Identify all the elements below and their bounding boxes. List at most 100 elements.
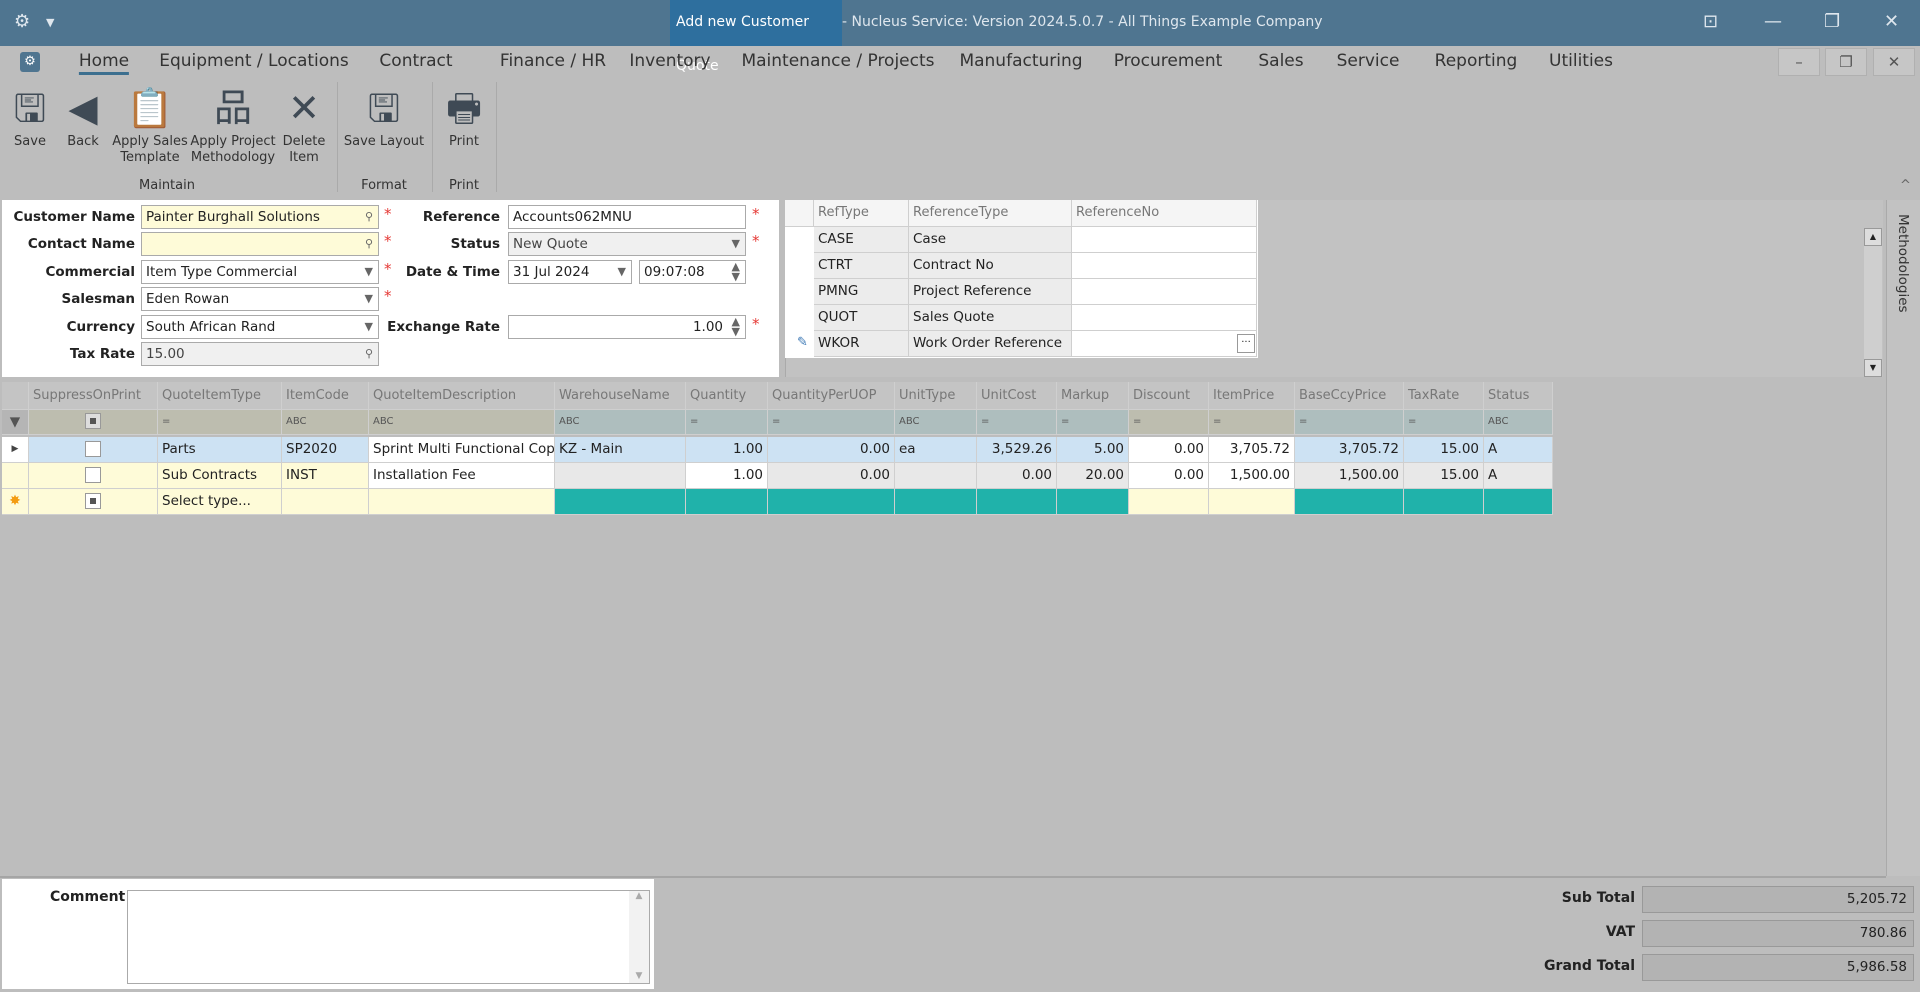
- cell-quoteitemtype[interactable]: Select type...: [158, 489, 282, 515]
- ref-header-referencetype[interactable]: ReferenceType: [909, 200, 1072, 227]
- cell-discount[interactable]: 0.00: [1129, 437, 1209, 463]
- ellipsis-button[interactable]: ···: [1237, 334, 1255, 353]
- app-menu-icon[interactable]: ⚙: [20, 52, 40, 72]
- filter-cell[interactable]: =: [1057, 410, 1129, 435]
- filter-cell[interactable]: ABC: [555, 410, 686, 435]
- reference-field[interactable]: Accounts062MNU: [508, 205, 746, 229]
- minimize-icon[interactable]: —: [1764, 11, 1782, 32]
- cell-quantityperuop[interactable]: 0.00: [768, 437, 895, 463]
- cell-warehousename[interactable]: KZ - Main: [555, 437, 686, 463]
- cell-unittype[interactable]: ea: [895, 437, 977, 463]
- filter-cell[interactable]: =: [768, 410, 895, 435]
- cell-itemprice[interactable]: 1,500.00: [1209, 463, 1295, 489]
- mdi-minimize-button[interactable]: –: [1778, 48, 1820, 76]
- contact-name-field[interactable]: ⚲: [141, 232, 379, 256]
- ref-header-reftype[interactable]: RefType: [814, 200, 909, 227]
- row-indicator[interactable]: [2, 463, 29, 489]
- reference-scrollbar[interactable]: ▲ ▼: [1864, 228, 1882, 377]
- time-spinner[interactable]: 09:07:08 ▲ ▼: [639, 260, 746, 284]
- column-header-suppressonprint[interactable]: SuppressOnPrint: [29, 382, 158, 410]
- currency-dropdown[interactable]: South African Rand ▼: [141, 315, 379, 339]
- print-button[interactable]: 🖶 Print: [419, 86, 509, 150]
- commercial-dropdown[interactable]: Item Type Commercial ▼: [141, 260, 379, 284]
- suppress-on-print-checkbox[interactable]: [85, 493, 101, 509]
- column-header-taxrate[interactable]: TaxRate: [1404, 382, 1484, 410]
- column-header-quantityperuop[interactable]: QuantityPerUOP: [768, 382, 895, 410]
- collapse-ribbon-icon[interactable]: ^: [1900, 178, 1911, 193]
- cell-warehousename[interactable]: [555, 489, 686, 515]
- new-row-icon[interactable]: ✸: [2, 489, 29, 515]
- cell-baseccyprice[interactable]: 3,705.72: [1295, 437, 1404, 463]
- filter-cell[interactable]: =: [686, 410, 768, 435]
- comment-scrollbar[interactable]: ▲ ▼: [629, 891, 649, 983]
- exchange-rate-field[interactable]: 1.00 ▲ ▼: [508, 315, 746, 339]
- delete-item-button[interactable]: ✕ Delete Item: [259, 86, 349, 166]
- filter-cell[interactable]: =: [977, 410, 1057, 435]
- filter-cell[interactable]: ABC: [369, 410, 555, 435]
- filter-cell[interactable]: =: [1209, 410, 1295, 435]
- cell-itemcode[interactable]: [282, 489, 369, 515]
- mdi-close-button[interactable]: ✕: [1873, 48, 1915, 76]
- tab-reporting[interactable]: Reporting: [1435, 51, 1518, 71]
- cell-quoteitemdescription[interactable]: Installation Fee: [369, 463, 555, 489]
- ref-cell[interactable]: [1072, 331, 1257, 357]
- filter-cell[interactable]: =: [1295, 410, 1404, 435]
- column-header-status[interactable]: Status: [1484, 382, 1553, 410]
- customer-name-field[interactable]: Painter Burghall Solutions ⚲: [141, 205, 379, 229]
- suppress-on-print-checkbox[interactable]: [85, 441, 101, 457]
- column-header-unittype[interactable]: UnitType: [895, 382, 977, 410]
- column-header-quoteitemdescription[interactable]: QuoteItemDescription: [369, 382, 555, 410]
- cell-baseccyprice[interactable]: 1,500.00: [1295, 463, 1404, 489]
- cell-status[interactable]: A: [1484, 437, 1553, 463]
- cell-markup[interactable]: 5.00: [1057, 437, 1129, 463]
- cell-markup[interactable]: 20.00: [1057, 463, 1129, 489]
- filter-checkbox[interactable]: [85, 413, 101, 429]
- tab-manufacturing[interactable]: Manufacturing: [959, 51, 1082, 71]
- cell-baseccyprice[interactable]: [1295, 489, 1404, 515]
- cell-quantityperuop[interactable]: 0.00: [768, 463, 895, 489]
- column-header-warehousename[interactable]: WarehouseName: [555, 382, 686, 410]
- save-layout-button[interactable]: 🖫 Save Layout: [339, 86, 429, 150]
- cell-unittype[interactable]: [895, 489, 977, 515]
- ref-cell[interactable]: [1072, 227, 1257, 253]
- cell-unittype[interactable]: [895, 463, 977, 489]
- ref-cell[interactable]: [1072, 253, 1257, 279]
- apply-sales-template-button[interactable]: 📋 Apply Sales Template: [105, 86, 195, 166]
- cell-unitcost[interactable]: 0.00: [977, 463, 1057, 489]
- cell-taxrate[interactable]: [1404, 489, 1484, 515]
- ref-header-referenceno[interactable]: ReferenceNo: [1072, 200, 1257, 227]
- filter-icon[interactable]: ▼: [2, 410, 29, 435]
- cell-quantity[interactable]: 1.00: [686, 437, 768, 463]
- filter-cell[interactable]: =: [1404, 410, 1484, 435]
- tab-procurement[interactable]: Procurement: [1114, 51, 1223, 71]
- status-dropdown[interactable]: New Quote ▼: [508, 232, 746, 256]
- cell-status[interactable]: A: [1484, 463, 1553, 489]
- filter-cell[interactable]: [29, 410, 158, 435]
- cell-unitcost[interactable]: 3,529.26: [977, 437, 1057, 463]
- cell-warehousename[interactable]: [555, 463, 686, 489]
- tab-sales[interactable]: Sales: [1258, 51, 1303, 71]
- cell-itemcode[interactable]: INST: [282, 463, 369, 489]
- cell-discount[interactable]: 0.00: [1129, 463, 1209, 489]
- quick-access-dropdown-icon[interactable]: ▼: [46, 16, 54, 29]
- cell-discount[interactable]: [1129, 489, 1209, 515]
- filter-cell[interactable]: ABC: [1484, 410, 1553, 435]
- tab-utilities[interactable]: Utilities: [1549, 51, 1613, 71]
- tab-finance-hr[interactable]: Finance / HR: [500, 51, 606, 71]
- column-header-quoteitemtype[interactable]: QuoteItemType: [158, 382, 282, 410]
- column-header-unitcost[interactable]: UnitCost: [977, 382, 1057, 410]
- filter-cell[interactable]: =: [1129, 410, 1209, 435]
- comment-textarea[interactable]: [127, 890, 650, 984]
- cell-quoteitemtype[interactable]: Sub Contracts: [158, 463, 282, 489]
- restore-icon[interactable]: ❐: [1824, 11, 1840, 32]
- cell-taxrate[interactable]: 15.00: [1404, 463, 1484, 489]
- tab-equipment-locations[interactable]: Equipment / Locations: [159, 51, 349, 71]
- tab-service[interactable]: Service: [1337, 51, 1400, 71]
- filter-cell[interactable]: ABC: [895, 410, 977, 435]
- suppress-on-print-checkbox[interactable]: [85, 467, 101, 483]
- column-header-discount[interactable]: Discount: [1129, 382, 1209, 410]
- cell-quoteitemtype[interactable]: Parts: [158, 437, 282, 463]
- cell-suppressonprint[interactable]: [29, 437, 158, 463]
- mdi-restore-button[interactable]: ❐: [1825, 48, 1867, 76]
- cell-itemprice[interactable]: 3,705.72: [1209, 437, 1295, 463]
